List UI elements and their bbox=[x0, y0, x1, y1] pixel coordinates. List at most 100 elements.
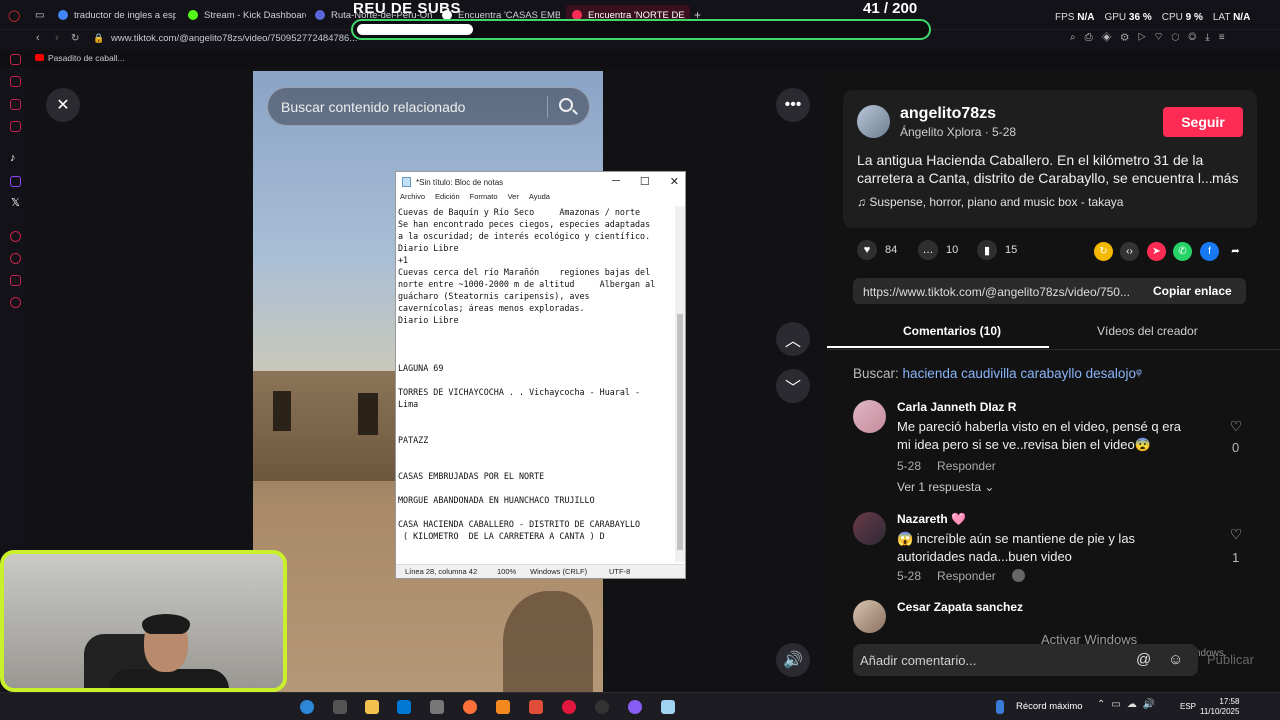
notepad-window[interactable]: *Sin título: Bloc de notas ─ ☐ ✕ Archivo… bbox=[395, 171, 686, 579]
sidebar-item-icon[interactable] bbox=[10, 99, 21, 110]
outlook-icon[interactable] bbox=[397, 700, 411, 714]
comment-button[interactable]: … 10 bbox=[918, 240, 958, 260]
firefox-icon[interactable] bbox=[463, 700, 477, 714]
weather-record[interactable]: Récord máximo bbox=[1016, 701, 1083, 712]
commenter-avatar[interactable] bbox=[853, 600, 886, 633]
publish-button[interactable]: Publicar bbox=[1207, 652, 1254, 667]
comment-date: 5-28 bbox=[897, 569, 922, 583]
tab-creator-videos[interactable]: Vídeos del creador bbox=[1097, 324, 1198, 338]
history-icon[interactable] bbox=[10, 253, 21, 264]
comment-like-icon[interactable]: ♡ bbox=[1228, 526, 1244, 543]
tab-translator[interactable]: traductor de ingles a espa bbox=[58, 5, 176, 25]
system-clock[interactable]: 17:58 11/10/2025 bbox=[1200, 697, 1239, 717]
maximize-icon[interactable]: ☐ bbox=[640, 175, 650, 188]
sidebar-item-icon[interactable] bbox=[10, 54, 21, 65]
comment-like-icon[interactable]: ♡ bbox=[1228, 418, 1244, 435]
menu-archivo[interactable]: Archivo bbox=[400, 192, 425, 205]
comment-item: Nazareth 🩷 😱 increíble aún se mantiene d… bbox=[853, 512, 1253, 584]
menu-ver[interactable]: Ver bbox=[508, 192, 519, 205]
opera-gx-icon[interactable] bbox=[562, 700, 576, 714]
url-field[interactable]: www.tiktok.com/@angelito78zs/video/75095… bbox=[111, 33, 357, 44]
app-icon[interactable] bbox=[628, 700, 642, 714]
repost-icon[interactable]: ↻ bbox=[1094, 242, 1113, 261]
comment-search-suggestion[interactable]: Buscar: hacienda caudivilla carabayllo d… bbox=[853, 366, 1142, 381]
vlc-icon[interactable] bbox=[496, 700, 510, 714]
sidebar-item-icon[interactable] bbox=[10, 275, 21, 286]
close-video-button[interactable]: ✕ bbox=[46, 88, 80, 122]
embed-icon[interactable]: ‹› bbox=[1120, 242, 1139, 261]
whatsapp-icon[interactable]: ✆ bbox=[1173, 242, 1192, 261]
facebook-icon[interactable]: f bbox=[1200, 242, 1219, 261]
music-track[interactable]: ♫ Suspense, horror, piano and music box … bbox=[857, 195, 1123, 209]
more-link[interactable]: más bbox=[1212, 169, 1238, 187]
next-video-button[interactable]: ﹀ bbox=[776, 369, 810, 403]
close-icon: ✕ bbox=[56, 97, 70, 114]
x-icon[interactable]: 𝕏 bbox=[11, 196, 20, 209]
volume-button[interactable]: 🔊 bbox=[776, 643, 810, 677]
mention-icon[interactable]: @ bbox=[1136, 651, 1151, 668]
sidebar-item-icon[interactable] bbox=[10, 231, 21, 242]
copy-link-button[interactable]: Copiar enlace bbox=[1153, 284, 1232, 298]
twitch-icon[interactable] bbox=[10, 176, 21, 187]
author-avatar[interactable] bbox=[857, 105, 890, 138]
action-bar: ♥ 84 … 10 ▮ 15 ↻ ‹› ➤ ✆ f ➦ bbox=[857, 240, 1247, 262]
toolbar-icons[interactable]: ⌕⎙◈⚙▷♡⬡◎⤓≡ bbox=[1070, 32, 1234, 43]
share-icon[interactable]: ➦ bbox=[1226, 242, 1245, 261]
notepad-menubar: Archivo Edición Formato Ver Ayuda bbox=[396, 192, 685, 205]
tab-comments[interactable]: Comentarios (10) bbox=[903, 324, 1001, 338]
emoji-icon[interactable]: ☺ bbox=[1168, 651, 1183, 668]
menu-formato[interactable]: Formato bbox=[470, 192, 498, 205]
commenter-name[interactable]: Carla Janneth DIaz R bbox=[897, 400, 1016, 414]
video-link[interactable]: https://www.tiktok.com/@angelito78zs/vid… bbox=[863, 285, 1145, 299]
google-icon bbox=[58, 10, 68, 20]
tiktok-sidebar-icon[interactable]: ♪ bbox=[10, 152, 16, 164]
tab-menu-icon[interactable]: ▭ bbox=[35, 5, 47, 25]
send-icon[interactable]: ➤ bbox=[1147, 242, 1166, 261]
forward-icon[interactable]: › bbox=[55, 32, 59, 44]
bookmark-item[interactable]: Pasadito de caball... bbox=[48, 53, 125, 63]
commenter-name[interactable]: Nazareth 🩷 bbox=[897, 512, 966, 526]
scrollbar-thumb[interactable] bbox=[677, 314, 683, 550]
taskview-icon[interactable] bbox=[333, 700, 347, 714]
search-query[interactable]: hacienda caudivilla carabayllo desalojo bbox=[903, 366, 1136, 381]
commenter-avatar[interactable] bbox=[853, 512, 886, 545]
comment-text: Me pareció haberla visto en el video, pe… bbox=[897, 419, 1182, 452]
comment-like-count: 0 bbox=[1232, 440, 1240, 455]
reply-button[interactable]: Responder bbox=[937, 459, 996, 473]
tab-kick-dashboard[interactable]: Stream - Kick Dashboard bbox=[188, 5, 306, 25]
speaker-icon: 🔊 bbox=[783, 652, 803, 669]
explorer-icon[interactable] bbox=[365, 700, 379, 714]
edge-icon[interactable] bbox=[300, 700, 314, 714]
minimize-icon[interactable]: ─ bbox=[612, 175, 620, 188]
close-icon[interactable]: ✕ bbox=[670, 175, 679, 188]
reply-button[interactable]: Responder bbox=[937, 569, 996, 583]
notepad-text-area[interactable]: Cuevas de Baquín y Río Seco Amazonas / n… bbox=[398, 206, 674, 562]
previous-video-button[interactable]: ︿ bbox=[776, 322, 810, 356]
follow-button[interactable]: Seguir bbox=[1163, 107, 1243, 137]
view-replies-button[interactable]: Ver 1 respuesta ⌄ bbox=[897, 480, 994, 494]
sidebar-item-icon[interactable] bbox=[10, 121, 21, 132]
opera-icon[interactable]: ◯ bbox=[8, 5, 20, 25]
sidebar-item-icon[interactable] bbox=[10, 76, 21, 87]
menu-ayuda[interactable]: Ayuda bbox=[529, 192, 550, 205]
save-button[interactable]: ▮ 15 bbox=[977, 240, 1017, 260]
commenter-avatar[interactable] bbox=[853, 400, 886, 433]
app-icon[interactable] bbox=[430, 700, 444, 714]
menu-edicion[interactable]: Edición bbox=[435, 192, 460, 205]
settings-icon[interactable] bbox=[10, 297, 21, 308]
back-icon[interactable]: ‹ bbox=[36, 32, 40, 44]
app-icon[interactable] bbox=[529, 700, 543, 714]
input-language[interactable]: ESP bbox=[1180, 702, 1196, 711]
notepad-taskbar-icon[interactable] bbox=[661, 700, 675, 714]
author-username[interactable]: angelito78zs bbox=[900, 105, 996, 123]
like-button[interactable]: ♥ 84 bbox=[857, 240, 897, 260]
commenter-name[interactable]: Cesar Zapata sanchez bbox=[897, 600, 1023, 614]
notepad-scrollbar[interactable] bbox=[675, 206, 685, 562]
comment-input[interactable]: Añadir comentario... @ ☺ bbox=[853, 644, 1198, 676]
reload-icon[interactable]: ↻ bbox=[71, 33, 79, 44]
more-options-button[interactable]: ••• bbox=[776, 88, 810, 122]
search-icon[interactable] bbox=[559, 98, 573, 112]
tray-icons[interactable]: ⌃▭☁🔊 bbox=[1097, 699, 1161, 710]
obs-icon[interactable] bbox=[595, 700, 609, 714]
related-search-input[interactable]: Buscar contenido relacionado bbox=[267, 87, 590, 126]
